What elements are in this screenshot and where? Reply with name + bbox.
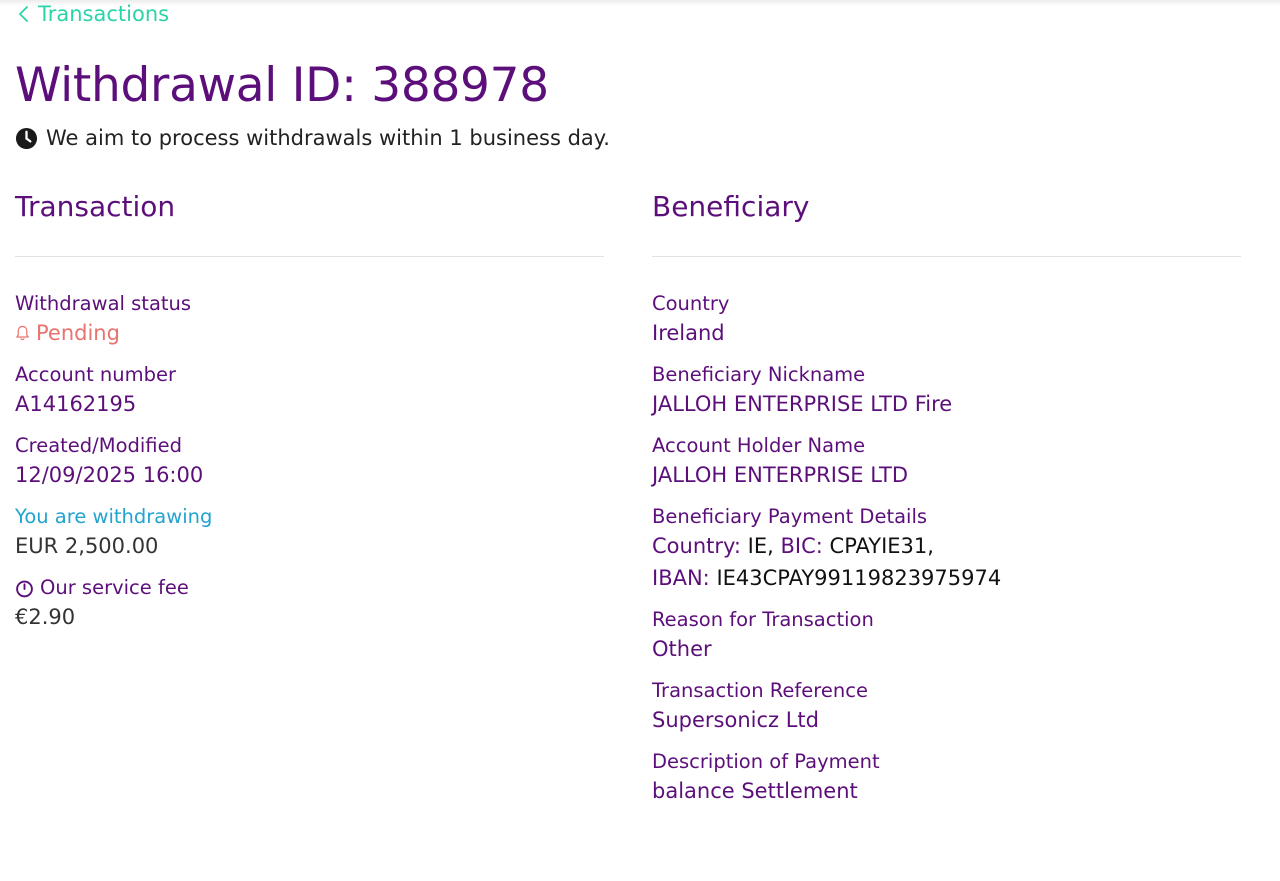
withdrawal-status-label: Withdrawal status bbox=[15, 292, 192, 315]
withdrawal-status-field: Withdrawal status Pending bbox=[15, 291, 604, 349]
service-fee-label-text: Our service fee bbox=[40, 576, 189, 599]
description-field: Description of Payment balance Settlemen… bbox=[652, 749, 1241, 807]
clock-icon bbox=[15, 127, 38, 149]
reference-value: Supersonicz Ltd bbox=[652, 708, 819, 732]
notice-text: We aim to process withdrawals within 1 b… bbox=[46, 126, 610, 150]
created-modified-label: Created/Modified bbox=[15, 434, 182, 457]
country-field: Country Ireland bbox=[652, 291, 1241, 349]
timer-icon bbox=[16, 580, 33, 597]
transaction-divider bbox=[15, 256, 604, 257]
withdrawing-label: You are withdrawing bbox=[15, 505, 213, 528]
beneficiary-panel: Beneficiary Country Ireland Beneficiary … bbox=[652, 186, 1241, 820]
beneficiary-heading: Beneficiary bbox=[652, 190, 810, 223]
reference-label: Transaction Reference bbox=[652, 679, 868, 702]
processing-notice: We aim to process withdrawals within 1 b… bbox=[15, 126, 610, 150]
payment-bic-value: CPAYIE31, bbox=[829, 534, 934, 558]
description-value: balance Settlement bbox=[652, 779, 858, 803]
reason-value: Other bbox=[652, 637, 712, 661]
back-link-label: Transactions bbox=[38, 2, 170, 26]
created-modified-field: Created/Modified 12/09/2025 16:00 bbox=[15, 433, 604, 491]
service-fee-value: €2.90 bbox=[15, 605, 76, 629]
payment-iban-key: IBAN: bbox=[652, 566, 710, 590]
account-holder-value: JALLOH ENTERPRISE LTD bbox=[652, 463, 909, 487]
service-fee-label: Our service fee bbox=[15, 575, 604, 601]
chevron-left-icon bbox=[19, 6, 28, 22]
top-bar-shadow bbox=[0, 0, 1280, 6]
country-label: Country bbox=[652, 292, 730, 315]
payment-details-value: Country: IE, BIC: CPAYIE31, IBAN: IE43CP… bbox=[652, 530, 1241, 594]
payment-bic-key: BIC: bbox=[780, 534, 823, 558]
payment-iban-value: IE43CPAY99119823975974 bbox=[716, 566, 1002, 590]
reason-label: Reason for Transaction bbox=[652, 608, 874, 631]
payment-details-label: Beneficiary Payment Details bbox=[652, 505, 928, 528]
page-title: Withdrawal ID: 388978 bbox=[15, 58, 549, 113]
withdrawing-value: EUR 2,500.00 bbox=[15, 534, 159, 558]
account-number-label: Account number bbox=[15, 363, 177, 386]
reference-field: Transaction Reference Supersonicz Ltd bbox=[652, 678, 1241, 736]
description-label: Description of Payment bbox=[652, 750, 880, 773]
beneficiary-divider bbox=[652, 256, 1241, 257]
payment-details-field: Beneficiary Payment Details Country: IE,… bbox=[652, 504, 1241, 594]
nickname-field: Beneficiary Nickname JALLOH ENTERPRISE L… bbox=[652, 362, 1241, 420]
country-value: Ireland bbox=[652, 321, 725, 345]
reason-field: Reason for Transaction Other bbox=[652, 607, 1241, 665]
account-number-field: Account number A14162195 bbox=[15, 362, 604, 420]
nickname-label: Beneficiary Nickname bbox=[652, 363, 866, 386]
created-modified-value: 12/09/2025 16:00 bbox=[15, 463, 204, 487]
transaction-panel: Transaction Withdrawal status Pending Ac… bbox=[15, 186, 604, 646]
service-fee-field: Our service fee €2.90 bbox=[15, 575, 604, 633]
withdrawal-status-value: Pending bbox=[15, 317, 604, 349]
transaction-heading: Transaction bbox=[15, 190, 176, 223]
payment-country-value: IE, bbox=[747, 534, 774, 558]
nickname-value: JALLOH ENTERPRISE LTD Fire bbox=[652, 392, 953, 416]
payment-details-line-1: Country: IE, BIC: CPAYIE31, bbox=[652, 530, 1241, 562]
payment-details-line-2: IBAN: IE43CPAY99119823975974 bbox=[652, 562, 1241, 594]
account-holder-field: Account Holder Name JALLOH ENTERPRISE LT… bbox=[652, 433, 1241, 491]
bell-icon bbox=[16, 325, 29, 341]
withdrawing-amount-field: You are withdrawing EUR 2,500.00 bbox=[15, 504, 604, 562]
account-number-value: A14162195 bbox=[15, 392, 137, 416]
account-holder-label: Account Holder Name bbox=[652, 434, 866, 457]
back-to-transactions-link[interactable]: Transactions bbox=[16, 2, 169, 26]
status-text: Pending bbox=[36, 321, 120, 345]
payment-country-key: Country: bbox=[652, 534, 741, 558]
